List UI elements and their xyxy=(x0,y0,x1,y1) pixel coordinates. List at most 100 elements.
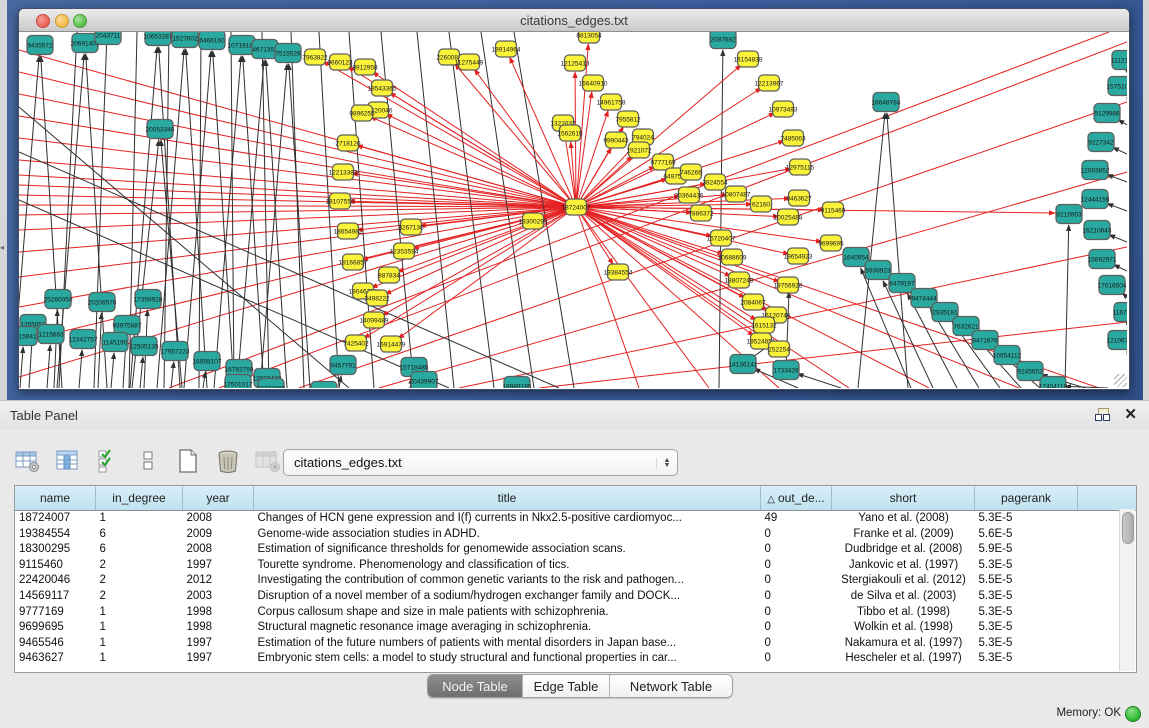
select-all-rows-button[interactable] xyxy=(94,447,122,475)
graph-node[interactable]: 12342757 xyxy=(69,330,98,349)
column-header-name[interactable]: name xyxy=(15,486,96,511)
graph-node[interactable]: 3498222 xyxy=(364,290,390,306)
graph-node[interactable]: 7515526 xyxy=(275,44,301,63)
graph-node[interactable]: 18807249 xyxy=(725,272,754,288)
graph-node[interactable]: 7485063 xyxy=(780,130,806,146)
graph-node[interactable]: 10688609 xyxy=(718,249,747,265)
graph-node[interactable]: 9115460 xyxy=(821,202,846,218)
graph-node[interactable]: 6466160 xyxy=(199,32,225,50)
graph-node[interactable]: 14136141 xyxy=(729,355,758,374)
graph-node[interactable]: 9463627 xyxy=(786,190,812,206)
scrollbar-thumb[interactable] xyxy=(1122,512,1134,544)
column-header-year[interactable]: year xyxy=(183,486,254,511)
graph-node[interactable]: 18107553 xyxy=(326,193,355,209)
graph-node[interactable]: 4671358 xyxy=(252,40,278,59)
graph-node[interactable]: 12505135 xyxy=(130,337,159,356)
graph-node[interactable]: 887834 xyxy=(378,267,400,283)
graph-node[interactable]: 19166857 xyxy=(339,254,368,270)
graph-node[interactable]: 62160 xyxy=(751,196,772,212)
graph-node[interactable]: 2718126 xyxy=(335,135,361,151)
graph-node[interactable]: 22702965 xyxy=(257,379,286,389)
window-resize-grip[interactable] xyxy=(1114,374,1127,387)
table-vertical-scrollbar[interactable] xyxy=(1119,509,1135,671)
table-row[interactable]: 1872400712008Changes of HCN gene express… xyxy=(15,511,1137,527)
graph-node[interactable]: 17501017 xyxy=(224,375,253,389)
graph-node[interactable]: 252254 xyxy=(768,341,790,357)
graph-node[interactable]: 19756928 xyxy=(774,277,803,293)
graph-node[interactable]: 1921072 xyxy=(626,142,652,158)
graph-node[interactable]: 17016504 xyxy=(1098,276,1127,295)
select-columns-button[interactable] xyxy=(54,447,82,475)
graph-node[interactable]: 12444156 xyxy=(1081,190,1110,209)
graph-node[interactable]: 12213383 xyxy=(329,164,358,180)
graph-node[interactable]: 18914964 xyxy=(492,41,521,57)
column-header-out_de[interactable]: △out_de... xyxy=(761,486,832,511)
graph-node[interactable]: 19654923 xyxy=(784,248,813,264)
column-header-in_degree[interactable]: in_degree xyxy=(96,486,183,511)
graph-node[interactable]: 2084067 xyxy=(740,294,766,310)
graph-node[interactable]: 11675330 xyxy=(1113,303,1127,322)
graph-node[interactable]: 8267130 xyxy=(398,219,424,235)
graph-node[interactable]: 10807487 xyxy=(722,186,751,202)
citation-network-graph[interactable]: 9435572206914062043711106532871527602646… xyxy=(19,32,1127,388)
table-row[interactable]: 969969511998Structural magnetic resonanc… xyxy=(15,620,1137,636)
graph-node[interactable]: 7886372 xyxy=(688,205,714,221)
graph-node[interactable]: 16210643 xyxy=(1083,221,1112,240)
graph-node[interactable]: 1527602 xyxy=(172,32,198,48)
delete-table-button[interactable] xyxy=(254,447,282,475)
graph-node[interactable]: 9990443 xyxy=(603,132,629,148)
graph-node[interactable]: 9435572 xyxy=(27,36,53,55)
graph-node[interactable]: 16914479 xyxy=(377,336,406,352)
graph-node[interactable]: 3915941 xyxy=(19,327,37,346)
graph-node[interactable]: 10973493 xyxy=(769,101,798,117)
graph-node[interactable]: 9227342 xyxy=(1088,133,1114,152)
graph-node[interactable]: 20206576 xyxy=(88,293,117,312)
table-settings-button[interactable] xyxy=(14,447,42,475)
graph-node[interactable]: 8471676 xyxy=(972,331,998,350)
graph-node[interactable]: 5938923 xyxy=(865,261,891,280)
collapse-left-arrow-icon[interactable]: ◂ xyxy=(0,243,4,252)
graph-node[interactable]: 1145190 xyxy=(102,333,128,352)
graph-node[interactable]: 16640910 xyxy=(579,75,608,91)
network-canvas[interactable]: 9435572206914062043711106532871527602646… xyxy=(19,32,1127,388)
graph-node[interactable]: 9245652 xyxy=(1017,362,1043,381)
graph-node[interactable]: 12106773 xyxy=(1107,331,1127,350)
tab-network-table[interactable]: Network Table xyxy=(609,675,732,697)
graph-node[interactable]: 6479197 xyxy=(889,274,915,293)
graph-node[interactable]: 18543365 xyxy=(368,80,397,96)
graph-node[interactable]: 9129966 xyxy=(1094,104,1120,123)
unselect-all-rows-button[interactable] xyxy=(134,447,162,475)
graph-node[interactable]: 14961758 xyxy=(597,94,626,110)
graph-node[interactable]: 18654982 xyxy=(334,223,363,239)
graph-node[interactable]: 8813054 xyxy=(576,32,602,43)
table-row[interactable]: 2242004622012Investigating the contribut… xyxy=(15,573,1137,589)
graph-node[interactable]: 7963822 xyxy=(302,49,328,65)
graph-node[interactable]: 746266 xyxy=(680,164,702,180)
graph-node[interactable]: 2043711 xyxy=(95,32,121,45)
table-row[interactable]: 977716911998Corpus callosum shape and si… xyxy=(15,605,1137,621)
graph-node[interactable]: 18969195 xyxy=(503,377,532,389)
graph-node[interactable]: 15751074 xyxy=(1107,77,1127,96)
graph-node[interactable]: 16648784 xyxy=(872,93,901,112)
new-table-button[interactable] xyxy=(174,447,202,475)
graph-node[interactable]: 3824554 xyxy=(702,174,728,190)
network-window[interactable]: citations_edges.txt 94355722069140620437… xyxy=(18,8,1130,390)
table-row[interactable]: 1938455462009Genome-wide association stu… xyxy=(15,527,1137,543)
graph-node[interactable]: 17359928 xyxy=(134,290,163,309)
graph-node[interactable]: 1562615 xyxy=(557,125,583,141)
graph-node[interactable]: 7440536 xyxy=(311,382,337,389)
graph-node[interactable]: 10654112 xyxy=(993,346,1022,365)
graph-node[interactable]: 1615132 xyxy=(751,317,777,333)
graph-node[interactable]: 9457791 xyxy=(330,356,356,375)
close-panel-icon[interactable]: ✕ xyxy=(1124,407,1137,422)
graph-node[interactable]: 2087682 xyxy=(710,32,736,49)
column-header-short[interactable]: short xyxy=(832,486,975,511)
table-row[interactable]: 946362711997Embryonic stem cells: a mode… xyxy=(15,651,1137,667)
column-header-pagerank[interactable]: pagerank xyxy=(975,486,1078,511)
graph-node[interactable]: 20439907 xyxy=(410,372,439,389)
graph-node[interactable]: 11121945 xyxy=(1111,51,1127,70)
graph-node[interactable]: 15720407 xyxy=(707,230,736,246)
graph-node[interactable]: 8912958 xyxy=(352,59,378,75)
table-row[interactable]: 1456911722003Disruption of a novel membe… xyxy=(15,589,1137,605)
graph-node[interactable]: 12975115 xyxy=(786,159,815,175)
